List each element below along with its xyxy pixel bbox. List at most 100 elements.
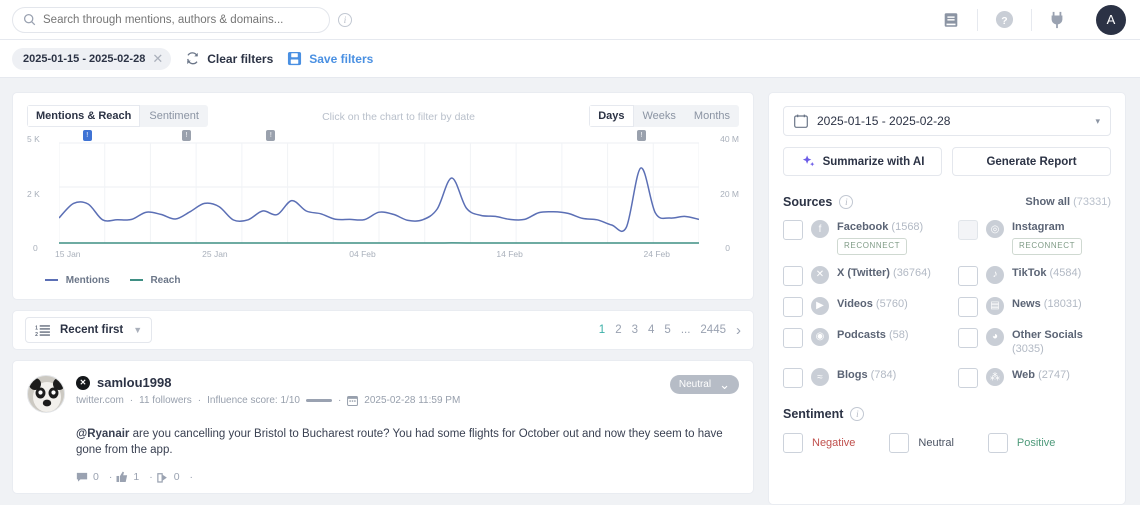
page-5[interactable]: 5 — [664, 324, 670, 336]
integrations-button[interactable] — [1032, 9, 1082, 31]
sentiment-checkbox[interactable] — [889, 433, 909, 453]
sparkle-icon — [801, 154, 816, 169]
sort-dropdown[interactable]: 1 2 Recent first ▼ — [25, 317, 152, 343]
mention-author[interactable]: samlou1998 — [97, 375, 171, 390]
x-icon: ✕ — [76, 376, 90, 390]
source-item-videos[interactable]: ▶Videos (5760) — [783, 297, 936, 317]
top-bar: i ? A — [0, 0, 1140, 40]
avatar[interactable] — [27, 375, 65, 413]
source-text: Web (2747) — [1012, 368, 1070, 383]
clear-filters-label: Clear filters — [207, 52, 273, 66]
page-4[interactable]: 4 — [648, 324, 654, 336]
tab-sentiment[interactable]: Sentiment — [140, 105, 208, 127]
sentiment-filter-negative[interactable]: Negative — [783, 433, 855, 453]
share-stat[interactable]: 0 — [157, 471, 180, 483]
sentiment-checkbox[interactable] — [783, 433, 803, 453]
source-count: (36764) — [890, 267, 931, 279]
page-2445[interactable]: 2445 — [700, 324, 726, 336]
source-checkbox[interactable] — [958, 266, 978, 286]
main-content: Mentions & Reach Sentiment Click on the … — [0, 78, 1140, 505]
generate-report-button[interactable]: Generate Report — [952, 147, 1111, 176]
like-stat[interactable]: 1 — [116, 471, 139, 483]
summarize-with-ai-button[interactable]: Summarize with AI — [783, 147, 942, 176]
source-checkbox[interactable] — [783, 220, 803, 240]
chart-event-marker[interactable]: ! — [637, 130, 646, 141]
chart-tabs: Mentions & Reach Sentiment — [27, 105, 208, 127]
source-checkbox[interactable] — [958, 368, 978, 388]
thumbs-up-icon — [116, 471, 128, 483]
tab-mentions-reach[interactable]: Mentions & Reach — [27, 105, 140, 127]
range-months[interactable]: Months — [685, 105, 739, 127]
comment-stat[interactable]: 0 — [76, 471, 99, 483]
source-item-tiktok[interactable]: ♪TikTok (4584) — [958, 266, 1111, 286]
video-icon: ▶ — [811, 297, 829, 315]
summarize-label: Summarize with AI — [823, 156, 925, 168]
date-range-value: 2025-01-15 - 2025-02-28 — [817, 114, 950, 128]
date-range-select[interactable]: 2025-01-15 - 2025-02-28 ▾ — [783, 106, 1111, 136]
chart-plot[interactable]: 5 K 2 K 0 40 M 20 M 0 !!!! 15 Jan25 Jan0… — [27, 139, 739, 259]
date-filter-chip-label: 2025-01-15 - 2025-02-28 — [23, 53, 145, 65]
help-icon: ? — [995, 10, 1014, 29]
date-filter-chip[interactable]: 2025-01-15 - 2025-02-28 ✕ — [12, 48, 171, 70]
clear-filters-button[interactable]: Clear filters — [185, 51, 273, 66]
source-item-instagram[interactable]: ◎InstagramRECONNECT — [958, 220, 1111, 255]
meta-dot: · — [338, 395, 341, 406]
show-all-sources-button[interactable]: Show all (73331) — [1025, 196, 1111, 208]
search-box[interactable] — [12, 7, 330, 33]
range-days[interactable]: Days — [589, 105, 633, 127]
page-3[interactable]: 3 — [632, 324, 638, 336]
page-2[interactable]: 2 — [615, 324, 621, 336]
chart-event-marker[interactable]: ! — [266, 130, 275, 141]
source-item-podcasts[interactable]: ◉Podcasts (58) — [783, 328, 936, 358]
sentiment-checkbox[interactable] — [988, 433, 1008, 453]
reconnect-button[interactable]: RECONNECT — [1012, 238, 1082, 255]
stat-dot: · — [109, 471, 113, 483]
sources-info-icon[interactable]: i — [839, 195, 853, 209]
search-input[interactable] — [43, 14, 319, 26]
reconnect-button[interactable]: RECONNECT — [837, 238, 907, 255]
mention-domain[interactable]: twitter.com — [76, 395, 124, 406]
source-checkbox[interactable] — [783, 368, 803, 388]
influence-bar — [306, 399, 332, 402]
next-page-icon[interactable]: › — [736, 322, 741, 339]
search-info-icon[interactable]: i — [338, 13, 352, 27]
refresh-icon — [185, 51, 200, 66]
filter-bar: 2025-01-15 - 2025-02-28 ✕ Clear filters … — [0, 40, 1140, 78]
page-1[interactable]: 1 — [599, 324, 605, 336]
source-item-blogs[interactable]: ≈Blogs (784) — [783, 368, 936, 388]
svg-text:2: 2 — [35, 332, 38, 337]
source-checkbox[interactable] — [958, 328, 978, 348]
source-checkbox[interactable] — [958, 220, 978, 240]
source-checkbox[interactable] — [783, 266, 803, 286]
source-item-other-socials[interactable]: ◕Other Socials (3035) — [958, 328, 1111, 358]
sentiment-dropdown[interactable]: Neutral ⌄ — [670, 375, 739, 394]
chevron-down-icon: ▾ — [1095, 116, 1100, 127]
user-avatar[interactable]: A — [1096, 5, 1126, 35]
sentiment-filter-neutral[interactable]: Neutral — [889, 433, 953, 453]
docs-button[interactable] — [925, 9, 977, 31]
range-weeks[interactable]: Weeks — [634, 105, 685, 127]
legend-swatch — [45, 279, 58, 281]
x-axis-tick: 04 Feb — [349, 249, 375, 259]
sentiment-value: Neutral — [679, 379, 711, 390]
mention-influence: Influence score: 1/10 — [207, 395, 300, 406]
source-checkbox[interactable] — [783, 297, 803, 317]
stat-dot: · — [149, 471, 153, 483]
sentiment-info-icon[interactable]: i — [850, 407, 864, 421]
source-item-news[interactable]: ▤News (18031) — [958, 297, 1111, 317]
source-item-web[interactable]: ⁂Web (2747) — [958, 368, 1111, 388]
save-filters-button[interactable]: Save filters — [287, 51, 373, 66]
search-area: i — [12, 7, 352, 33]
source-item-x-twitter[interactable]: ✕X (Twitter) (36764) — [783, 266, 936, 286]
close-icon[interactable]: ✕ — [152, 51, 163, 67]
mention-handle[interactable]: @Ryanair — [76, 428, 129, 440]
source-name: Blogs — [837, 369, 868, 381]
sentiment-filter-positive[interactable]: Positive — [988, 433, 1056, 453]
help-button[interactable]: ? — [978, 9, 1031, 31]
chart-event-marker[interactable]: ! — [83, 130, 92, 141]
source-checkbox[interactable] — [783, 328, 803, 348]
y-axis-tick: 5 K — [27, 134, 40, 144]
source-item-facebook[interactable]: fFacebook (1568)RECONNECT — [783, 220, 936, 255]
source-checkbox[interactable] — [958, 297, 978, 317]
chart-event-marker[interactable]: ! — [182, 130, 191, 141]
